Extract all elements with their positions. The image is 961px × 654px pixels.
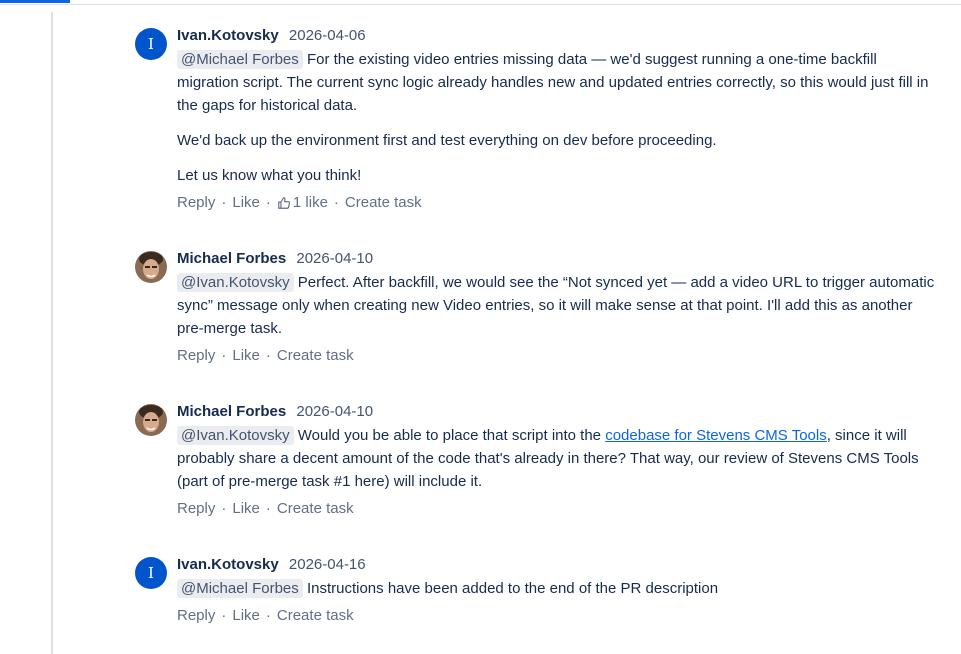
mention[interactable]: @Michael Forbes xyxy=(177,579,303,598)
comment-date[interactable]: 2026-04-16 xyxy=(289,556,366,573)
comment-text: @Michael Forbes Instructions have been a… xyxy=(177,577,937,600)
like-count-label: 1 like xyxy=(292,194,328,211)
thumbs-up-icon xyxy=(278,196,291,209)
reply-button[interactable]: Reply xyxy=(177,497,215,520)
like-button[interactable]: Like xyxy=(232,191,260,214)
comment-date[interactable]: 2026-04-10 xyxy=(296,250,373,267)
comment-body: Would you be able to place that script i… xyxy=(297,427,602,444)
separator: · xyxy=(265,607,271,624)
mention[interactable]: @Michael Forbes xyxy=(177,50,303,69)
user-photo-icon xyxy=(135,251,167,283)
separator: · xyxy=(265,500,271,517)
avatar[interactable]: I xyxy=(135,28,167,60)
reply-button[interactable]: Reply xyxy=(177,344,215,367)
comment-paragraph: We'd back up the environment first and t… xyxy=(177,132,717,149)
avatar[interactable] xyxy=(135,404,167,436)
comment-author[interactable]: Ivan.Kotovsky xyxy=(177,27,279,44)
create-task-button[interactable]: Create task xyxy=(277,497,354,520)
mention[interactable]: @Ivan.Kotovsky xyxy=(177,273,294,292)
comment-actions: Reply · Like · Create task xyxy=(177,344,937,367)
like-count[interactable]: 1 like xyxy=(277,191,328,214)
comment-author[interactable]: Michael Forbes xyxy=(177,403,286,420)
user-photo-icon xyxy=(135,404,167,436)
create-task-button[interactable]: Create task xyxy=(277,604,354,627)
separator: · xyxy=(221,607,227,624)
thread-line xyxy=(51,12,53,654)
comment-date[interactable]: 2026-04-10 xyxy=(296,403,373,420)
comment-author[interactable]: Ivan.Kotovsky xyxy=(177,556,279,573)
separator: · xyxy=(221,194,227,211)
comment-actions: Reply · Like · Create task xyxy=(177,497,937,520)
like-button[interactable]: Like xyxy=(232,497,260,520)
comment-text: @Michael Forbes For the existing video e… xyxy=(177,48,937,117)
comment-date[interactable]: 2026-04-06 xyxy=(289,27,366,44)
like-button[interactable]: Like xyxy=(232,344,260,367)
separator: · xyxy=(265,194,271,211)
comment-paragraph: Let us know what you think! xyxy=(177,167,362,184)
reply-button[interactable]: Reply xyxy=(177,604,215,627)
comment-text: @Ivan.Kotovsky Would you be able to plac… xyxy=(177,424,937,493)
comment-actions: Reply · Like · Create task xyxy=(177,604,937,627)
mention[interactable]: @Ivan.Kotovsky xyxy=(177,426,294,445)
active-tab-indicator xyxy=(0,0,70,3)
comment-body: Instructions have been added to the end … xyxy=(306,580,719,597)
avatar[interactable]: I xyxy=(135,557,167,589)
codebase-link[interactable]: codebase for Stevens CMS Tools xyxy=(605,427,827,444)
create-task-button[interactable]: Create task xyxy=(277,344,354,367)
reply-button[interactable]: Reply xyxy=(177,191,215,214)
separator: · xyxy=(221,500,227,517)
avatar[interactable] xyxy=(135,251,167,283)
separator: · xyxy=(265,347,271,364)
create-task-button[interactable]: Create task xyxy=(345,191,422,214)
separator: · xyxy=(333,194,339,211)
comment-text: @Ivan.Kotovsky Perfect. After backfill, … xyxy=(177,271,937,340)
separator: · xyxy=(221,347,227,364)
like-button[interactable]: Like xyxy=(232,604,260,627)
comment-actions: Reply · Like · 1 like · Create task xyxy=(177,191,937,214)
tab-bar xyxy=(0,0,961,5)
comment-author[interactable]: Michael Forbes xyxy=(177,250,286,267)
